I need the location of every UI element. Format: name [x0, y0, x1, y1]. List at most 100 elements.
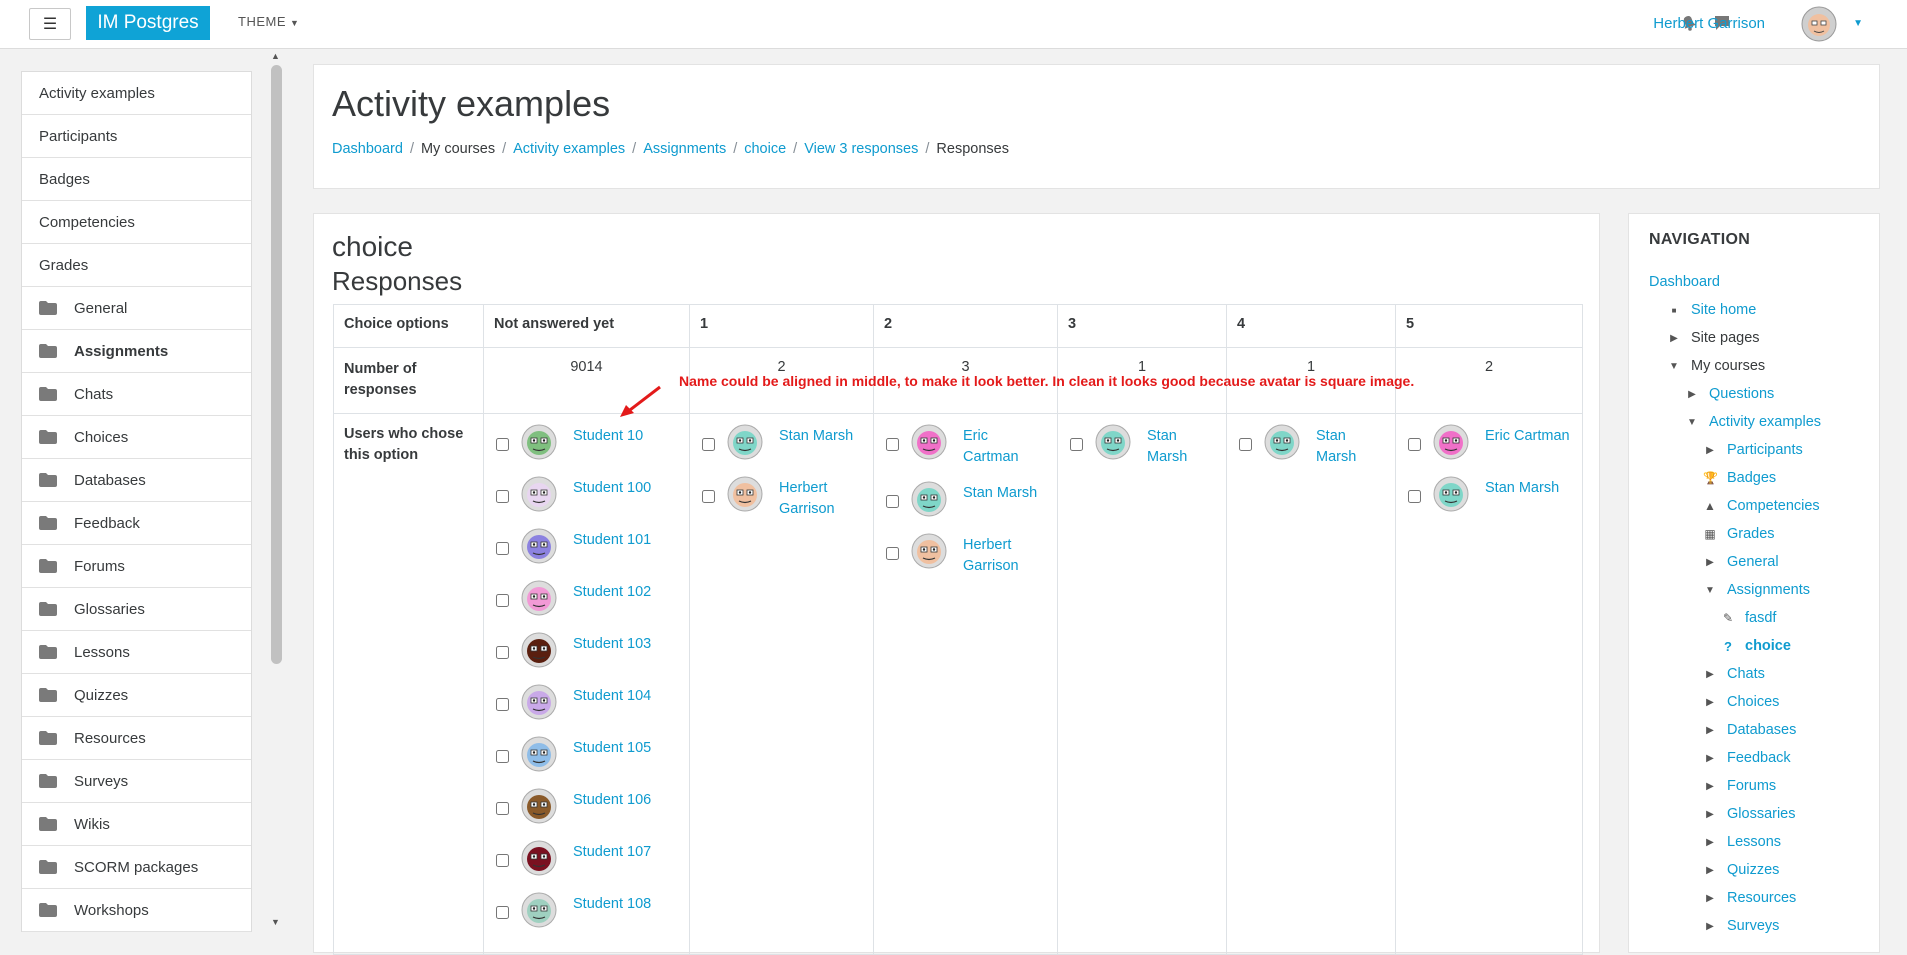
caret-right-icon[interactable]: ▶ — [1703, 445, 1717, 456]
caret-right-icon[interactable]: ▶ — [1703, 557, 1717, 568]
site-brand[interactable]: IM Postgres — [86, 6, 210, 40]
drawer-item-surveys[interactable]: Surveys — [22, 760, 251, 803]
user-select-checkbox[interactable] — [496, 854, 509, 867]
avatar[interactable] — [521, 632, 557, 668]
nav-item-assignments[interactable]: ▼ Assignments — [1649, 576, 1869, 604]
user-select-checkbox[interactable] — [496, 490, 509, 503]
avatar[interactable] — [911, 481, 947, 517]
drawer-item-general[interactable]: General — [22, 287, 251, 330]
avatar[interactable] — [1433, 424, 1469, 460]
nav-item-choice[interactable]: ? choice — [1649, 632, 1869, 660]
nav-item-resources[interactable]: ▶ Resources — [1649, 884, 1869, 912]
theme-menu[interactable]: THEME ▼ — [238, 14, 299, 29]
breadcrumb-activity-examples[interactable]: Activity examples — [513, 141, 625, 157]
caret-right-icon[interactable]: ▶ — [1703, 921, 1717, 932]
drawer-item-chats[interactable]: Chats — [22, 373, 251, 416]
user-select-checkbox[interactable] — [702, 490, 715, 503]
caret-right-icon[interactable]: ▶ — [1703, 837, 1717, 848]
caret-right-icon[interactable]: ▶ — [1703, 753, 1717, 764]
user-name-link[interactable]: Stan Marsh — [1316, 424, 1385, 468]
user-select-checkbox[interactable] — [496, 594, 509, 607]
avatar[interactable] — [521, 840, 557, 876]
caret-right-icon[interactable]: ▶ — [1703, 809, 1717, 820]
caret-right-icon[interactable]: ▶ — [1703, 865, 1717, 876]
nav-item-fasdf[interactable]: ✎ fasdf — [1649, 604, 1869, 632]
nav-item-questions[interactable]: ▶ Questions — [1649, 380, 1869, 408]
drawer-item-participants[interactable]: Participants — [22, 115, 251, 158]
breadcrumb-assignments[interactable]: Assignments — [643, 141, 726, 157]
user-name-link[interactable]: Student 102 — [573, 580, 651, 603]
nav-item-my-courses[interactable]: ▼ My courses — [1649, 352, 1869, 380]
drawer-item-lessons[interactable]: Lessons — [22, 631, 251, 674]
user-select-checkbox[interactable] — [496, 750, 509, 763]
breadcrumb-choice[interactable]: choice — [744, 141, 786, 157]
caret-right-icon[interactable]: ▶ — [1703, 697, 1717, 708]
avatar[interactable] — [521, 476, 557, 512]
avatar[interactable] — [521, 736, 557, 772]
user-name-link[interactable]: Eric Cartman — [1485, 424, 1570, 447]
caret-right-icon[interactable]: ▶ — [1703, 669, 1717, 680]
user-select-checkbox[interactable] — [496, 438, 509, 451]
caret-right-icon[interactable]: ▶ — [1703, 725, 1717, 736]
user-name-link[interactable]: Herbert Garrison — [779, 476, 863, 520]
user-select-checkbox[interactable] — [496, 906, 509, 919]
avatar[interactable] — [1264, 424, 1300, 460]
user-select-checkbox[interactable] — [496, 698, 509, 711]
nav-item-lessons[interactable]: ▶ Lessons — [1649, 828, 1869, 856]
user-select-checkbox[interactable] — [496, 646, 509, 659]
caret-down-icon[interactable]: ▼ — [1703, 585, 1717, 596]
drawer-scrollbar[interactable]: ▲ ▼ — [268, 51, 284, 931]
user-name-link[interactable]: Student 10 — [573, 424, 643, 447]
caret-right-icon[interactable]: ▶ — [1703, 781, 1717, 792]
avatar[interactable] — [727, 424, 763, 460]
nav-item-dashboard[interactable]: Dashboard — [1649, 268, 1869, 296]
user-select-checkbox[interactable] — [496, 802, 509, 815]
avatar[interactable] — [521, 892, 557, 928]
user-select-checkbox[interactable] — [702, 438, 715, 451]
nav-item-general[interactable]: ▶ General — [1649, 548, 1869, 576]
drawer-item-forums[interactable]: Forums — [22, 545, 251, 588]
user-name-link[interactable]: Student 106 — [573, 788, 651, 811]
drawer-item-choices[interactable]: Choices — [22, 416, 251, 459]
nav-item-glossaries[interactable]: ▶ Glossaries — [1649, 800, 1869, 828]
scroll-up-icon[interactable]: ▲ — [271, 51, 280, 61]
user-name-link[interactable]: Stan Marsh — [1485, 476, 1559, 499]
nav-item-chats[interactable]: ▶ Chats — [1649, 660, 1869, 688]
drawer-item-quizzes[interactable]: Quizzes — [22, 674, 251, 717]
avatar[interactable] — [911, 424, 947, 460]
nav-item-site-home[interactable]: ■ Site home — [1649, 296, 1869, 324]
user-name-link[interactable]: Student 101 — [573, 528, 651, 551]
avatar[interactable] — [521, 528, 557, 564]
breadcrumb-dashboard[interactable]: Dashboard — [332, 141, 403, 157]
user-select-checkbox[interactable] — [1408, 438, 1421, 451]
user-select-checkbox[interactable] — [1070, 438, 1083, 451]
user-menu-caret-icon[interactable]: ▼ — [1853, 18, 1863, 29]
caret-right-icon[interactable]: ▶ — [1685, 389, 1699, 400]
avatar[interactable] — [1433, 476, 1469, 512]
nav-item-activity-examples[interactable]: ▼ Activity examples — [1649, 408, 1869, 436]
avatar[interactable] — [521, 580, 557, 616]
user-select-checkbox[interactable] — [886, 438, 899, 451]
nav-item-forums[interactable]: ▶ Forums — [1649, 772, 1869, 800]
drawer-item-wikis[interactable]: Wikis — [22, 803, 251, 846]
user-name-link[interactable]: Stan Marsh — [779, 424, 853, 447]
drawer-item-activity-examples[interactable]: Activity examples — [22, 72, 251, 115]
scroll-thumb[interactable] — [271, 65, 282, 664]
caret-down-icon[interactable]: ▼ — [1667, 361, 1681, 372]
user-select-checkbox[interactable] — [1408, 490, 1421, 503]
drawer-item-grades[interactable]: Grades — [22, 244, 251, 287]
nav-item-surveys[interactable]: ▶ Surveys — [1649, 912, 1869, 940]
nav-item-badges[interactable]: 🏆 Badges — [1649, 464, 1869, 492]
caret-down-icon[interactable]: ▼ — [1685, 417, 1699, 428]
user-avatar[interactable] — [1801, 6, 1837, 42]
avatar[interactable] — [521, 788, 557, 824]
drawer-item-glossaries[interactable]: Glossaries — [22, 588, 251, 631]
nav-item-quizzes[interactable]: ▶ Quizzes — [1649, 856, 1869, 884]
caret-right-icon[interactable]: ▶ — [1667, 333, 1681, 344]
menu-toggle-button[interactable]: ☰ — [29, 8, 71, 40]
user-select-checkbox[interactable] — [886, 547, 899, 560]
scroll-down-icon[interactable]: ▼ — [271, 917, 280, 927]
user-name-link[interactable]: Herbert Garrison — [963, 533, 1047, 577]
user-name-link[interactable]: Student 100 — [573, 476, 651, 499]
drawer-item-workshops[interactable]: Workshops — [22, 889, 251, 932]
